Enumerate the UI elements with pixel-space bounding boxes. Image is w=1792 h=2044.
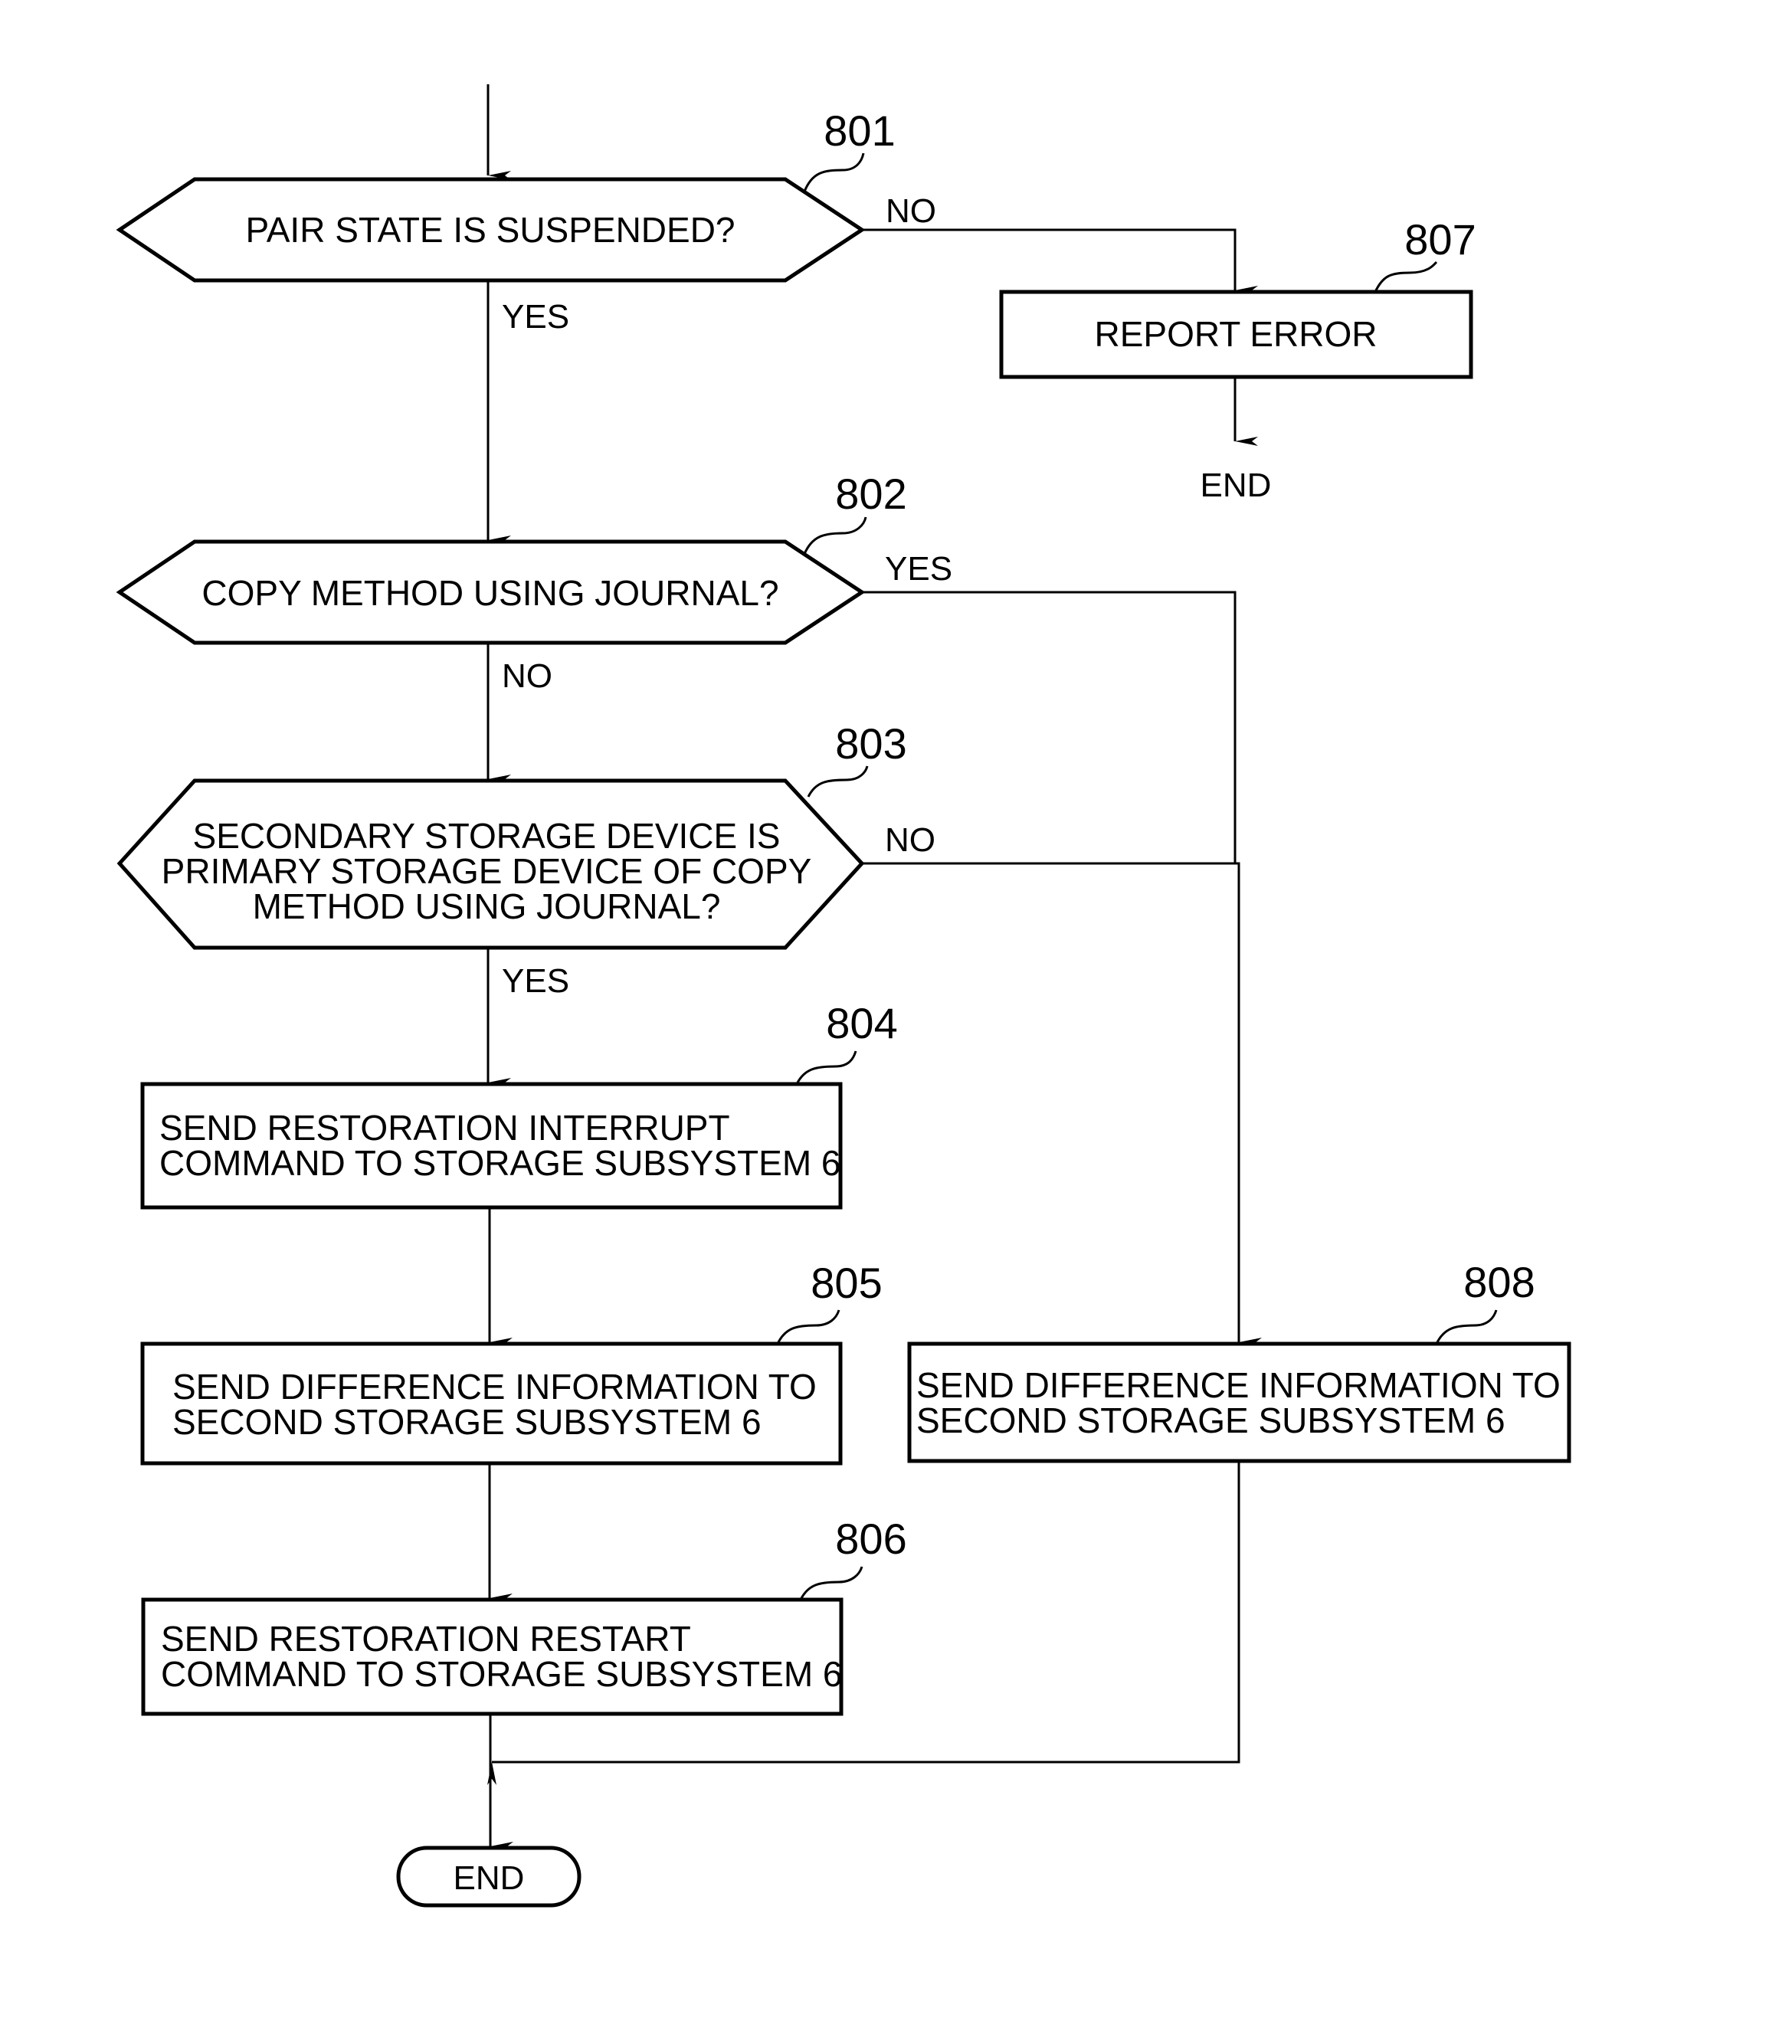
- end-terminal: END: [396, 1846, 581, 1908]
- process-806-text-line1: SEND RESTORATION RESTART: [161, 1619, 691, 1659]
- process-807-text: REPORT ERROR: [1095, 314, 1378, 354]
- process-804: SEND RESTORATION INTERRUPT COMMAND TO ST…: [140, 1082, 843, 1210]
- ref-801: 801: [824, 106, 895, 155]
- label-802-yes: YES: [885, 550, 952, 588]
- leader-802: [803, 516, 867, 555]
- decision-802-text: COPY METHOD USING JOURNAL?: [201, 573, 778, 613]
- leader-804: [795, 1050, 857, 1085]
- decision-802: COPY METHOD USING JOURNAL?: [116, 539, 866, 645]
- process-804-text-line1: SEND RESTORATION INTERRUPT: [159, 1108, 730, 1148]
- process-808-text-line1: SEND DIFFERENCE INFORMATION TO: [916, 1365, 1561, 1405]
- process-806-text-line2: COMMAND TO STORAGE SUBSYSTEM 6: [161, 1654, 843, 1694]
- label-801-no: NO: [886, 192, 936, 230]
- leader-801: [803, 152, 865, 192]
- ref-805: 805: [811, 1259, 882, 1307]
- ref-808: 808: [1463, 1258, 1535, 1306]
- ref-802: 802: [835, 470, 906, 518]
- process-807: REPORT ERROR: [999, 290, 1473, 379]
- label-801-yes: YES: [502, 298, 569, 336]
- decision-803: SECONDARY STORAGE DEVICE IS PRIMARY STOR…: [116, 778, 865, 950]
- process-808-text-line2: SECOND STORAGE SUBSYSTEM 6: [916, 1400, 1505, 1440]
- process-805-text-line2: SECOND STORAGE SUBSYSTEM 6: [172, 1402, 762, 1442]
- label-803-yes: YES: [502, 962, 569, 1000]
- end-terminal-text: END: [454, 1859, 525, 1897]
- connector-802-yes: [862, 591, 1262, 1347]
- end-label-807: END: [1201, 467, 1272, 504]
- leader-808: [1435, 1309, 1498, 1345]
- leader-806: [799, 1566, 863, 1600]
- decision-801: PAIR STATE IS SUSPENDED?: [116, 177, 866, 283]
- label-803-no: NO: [885, 821, 935, 859]
- process-805: SEND DIFFERENCE INFORMATION TO SECOND ST…: [140, 1341, 843, 1466]
- process-805-text-line1: SEND DIFFERENCE INFORMATION TO: [172, 1367, 817, 1407]
- leader-807: [1374, 260, 1438, 293]
- process-804-text-line2: COMMAND TO STORAGE SUBSYSTEM 6: [159, 1143, 841, 1183]
- process-808: SEND DIFFERENCE INFORMATION TO SECOND ST…: [907, 1341, 1571, 1463]
- ref-803: 803: [835, 719, 906, 768]
- ref-804: 804: [826, 999, 897, 1047]
- ref-806: 806: [835, 1515, 906, 1563]
- flowchart: PAIR STATE IS SUSPENDED? 801 NO REPORT E…: [116, 84, 1571, 1908]
- ref-807: 807: [1404, 215, 1476, 264]
- decision-803-text-line2: PRIMARY STORAGE DEVICE OF COPY: [162, 851, 812, 891]
- connector-801-no: [862, 228, 1258, 295]
- label-802-no: NO: [502, 657, 552, 695]
- process-806: SEND RESTORATION RESTART COMMAND TO STOR…: [141, 1597, 844, 1716]
- decision-803-text-line1: SECONDARY STORAGE DEVICE IS: [193, 816, 781, 856]
- leader-803: [807, 765, 869, 798]
- decision-803-text-line3: METHOD USING JOURNAL?: [253, 886, 721, 926]
- leader-805: [776, 1309, 840, 1345]
- decision-801-text: PAIR STATE IS SUSPENDED?: [245, 210, 735, 250]
